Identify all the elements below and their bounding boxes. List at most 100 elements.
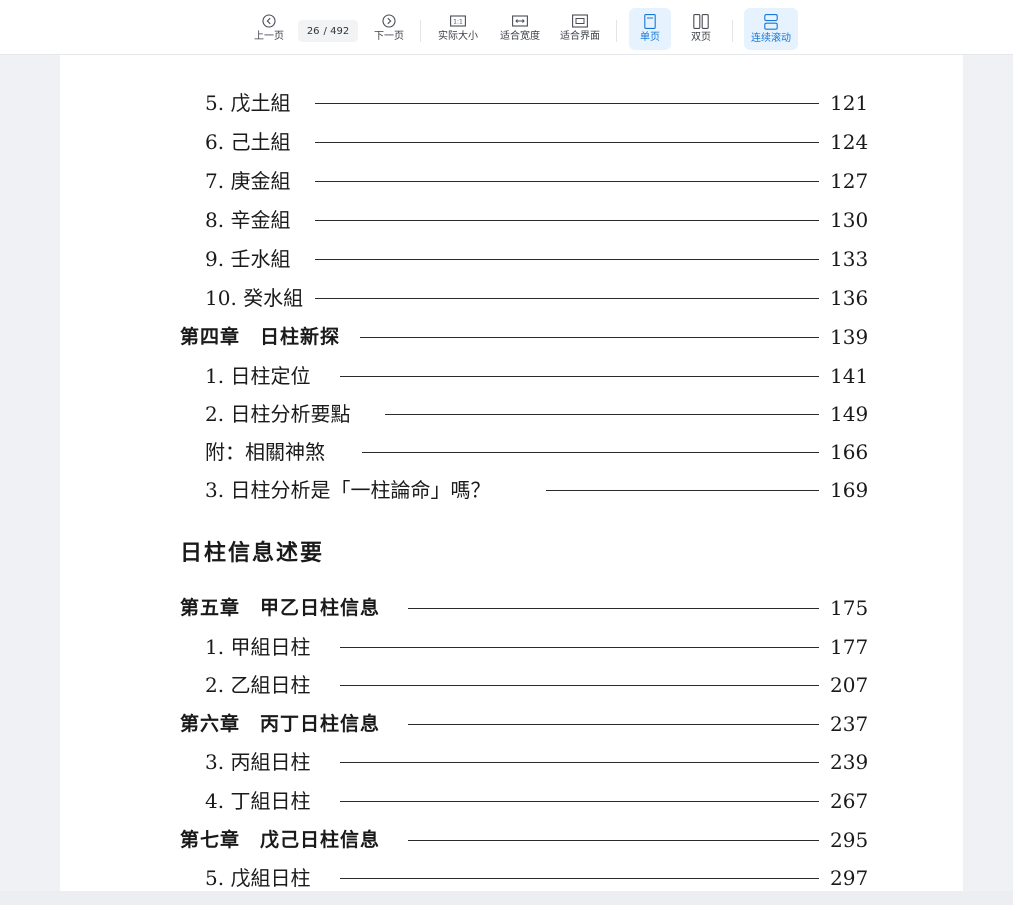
toc-leader-line bbox=[340, 801, 819, 802]
prev-page-button[interactable]: 上一页 bbox=[248, 8, 290, 50]
continuous-scroll-button[interactable]: 连续滚动 bbox=[744, 8, 798, 50]
actual-size-button[interactable]: 1:1 实际大小 bbox=[434, 8, 482, 50]
toc-entry: 6. 己土組 124 bbox=[60, 127, 963, 157]
toc-entry: 3. 丙組日柱 239 bbox=[60, 747, 963, 777]
toc-entry-page: 267 bbox=[830, 789, 869, 813]
toc-entry-title: 4. 丁組日柱 bbox=[205, 788, 311, 814]
toc-entry: 3. 日柱分析是「一柱論命」嗎？ 169 bbox=[60, 475, 963, 505]
toc-entry-page: 130 bbox=[830, 208, 869, 232]
toc-entry-title: 8. 辛金組 bbox=[205, 207, 291, 233]
toc-entry: 10. 癸水組 136 bbox=[60, 283, 963, 313]
toc-entry-page: 175 bbox=[830, 596, 869, 620]
toc-entry-page: 166 bbox=[830, 440, 869, 464]
toc-entry-title: 9. 壬水組 bbox=[205, 246, 291, 272]
toc-entry-page: 177 bbox=[830, 635, 869, 659]
continuous-scroll-label: 连续滚动 bbox=[751, 33, 791, 44]
toc-entry-title: 5. 戊土組 bbox=[205, 90, 291, 116]
toc-entry-page: 121 bbox=[830, 91, 869, 115]
document-page[interactable]: 5. 戊土組 121 6. 己土組 124 7. 庚金組 127 8. 辛金組 … bbox=[60, 55, 963, 891]
toc-entry-page: 297 bbox=[830, 866, 869, 890]
toc-chapter-title: 第四章 日柱新探 bbox=[180, 324, 341, 350]
toc-entry: 2. 日柱分析要點 149 bbox=[60, 399, 963, 429]
toc-entry-title: 2. 日柱分析要點 bbox=[205, 401, 351, 427]
page-indicator: 26 / 492 bbox=[298, 20, 358, 42]
toc-entry: 7. 庚金組 127 bbox=[60, 166, 963, 196]
toc-chapter: 第四章 日柱新探 139 bbox=[60, 322, 963, 352]
single-page-button[interactable]: 单页 bbox=[629, 8, 671, 50]
toolbar-divider bbox=[732, 20, 733, 42]
continuous-scroll-icon bbox=[764, 14, 778, 30]
toc-leader-line bbox=[340, 685, 819, 686]
double-page-button[interactable]: 双页 bbox=[680, 8, 722, 50]
toc-entry: 1. 日柱定位 141 bbox=[60, 361, 963, 391]
toc-entry-title: 7. 庚金組 bbox=[205, 168, 291, 194]
toc-entry-page: 133 bbox=[830, 247, 869, 271]
toolbar-divider bbox=[616, 20, 617, 42]
double-page-label: 双页 bbox=[691, 32, 711, 43]
toc-leader-line bbox=[340, 376, 819, 377]
toc-leader-line bbox=[360, 337, 819, 338]
single-page-label: 单页 bbox=[640, 32, 660, 43]
toc-entry-page: 127 bbox=[830, 169, 869, 193]
toc-entry-page: 136 bbox=[830, 286, 869, 310]
toc-entry: 5. 戊土組 121 bbox=[60, 88, 963, 118]
toc-entry-page: 169 bbox=[830, 478, 869, 502]
toc-leader-line bbox=[408, 724, 819, 725]
chevron-right-circle-icon bbox=[382, 14, 396, 28]
toc-entry: 5. 戊組日柱 297 bbox=[60, 863, 963, 891]
page-number-input[interactable]: 26 bbox=[307, 26, 320, 37]
toc-entry-page: 207 bbox=[830, 673, 869, 697]
toc-entry: 8. 辛金組 130 bbox=[60, 205, 963, 235]
toc-chapter-title: 第五章 甲乙日柱信息 bbox=[180, 595, 381, 621]
toc-entry-title: 1. 日柱定位 bbox=[205, 363, 311, 389]
toc-entry-page: 295 bbox=[830, 828, 869, 852]
toc-entry-page: 141 bbox=[830, 364, 869, 388]
next-page-label: 下一页 bbox=[374, 31, 404, 42]
toc-entry-title: 5. 戊組日柱 bbox=[205, 865, 311, 891]
toc-entry: 附：相關神煞 166 bbox=[60, 437, 963, 467]
toc-entry: 4. 丁組日柱 267 bbox=[60, 786, 963, 816]
fit-page-label: 适合界面 bbox=[560, 31, 600, 42]
toc-leader-line bbox=[315, 259, 819, 260]
section-heading: 日柱信息述要 bbox=[180, 540, 325, 566]
toc-entry-page: 237 bbox=[830, 712, 869, 736]
toc-chapter: 第六章 丙丁日柱信息 237 bbox=[60, 709, 963, 739]
toc-leader-line bbox=[385, 414, 819, 415]
toc-entry-title: 6. 己土組 bbox=[205, 129, 291, 155]
toc-entry-page: 149 bbox=[830, 402, 869, 426]
toc-leader-line bbox=[315, 142, 819, 143]
toc-entry-page: 124 bbox=[830, 130, 869, 154]
toc-chapter: 第五章 甲乙日柱信息 175 bbox=[60, 593, 963, 623]
toc-chapter-title: 第七章 戊己日柱信息 bbox=[180, 827, 381, 853]
toc-leader-line bbox=[315, 181, 819, 182]
next-page-button[interactable]: 下一页 bbox=[368, 8, 410, 50]
actual-size-icon: 1:1 bbox=[450, 15, 466, 27]
toc-leader-line bbox=[362, 452, 819, 453]
toc-leader-line bbox=[340, 647, 819, 648]
toc-entry: 1. 甲組日柱 177 bbox=[60, 632, 963, 662]
chevron-left-circle-icon bbox=[262, 14, 276, 28]
toc-entry-title: 10. 癸水組 bbox=[205, 285, 304, 311]
toc-chapter: 第七章 戊己日柱信息 295 bbox=[60, 825, 963, 855]
toc-entry-title: 3. 丙組日柱 bbox=[205, 749, 311, 775]
toc-entry-title: 附：相關神煞 bbox=[205, 439, 325, 465]
toc-entry: 9. 壬水組 133 bbox=[60, 244, 963, 274]
toc-entry-page: 239 bbox=[830, 750, 869, 774]
actual-size-label: 实际大小 bbox=[438, 31, 478, 42]
single-page-icon bbox=[644, 14, 656, 29]
toc-entry: 2. 乙組日柱 207 bbox=[60, 670, 963, 700]
prev-page-label: 上一页 bbox=[254, 31, 284, 42]
toc-leader-line bbox=[546, 490, 819, 491]
fit-page-button[interactable]: 适合界面 bbox=[556, 8, 604, 50]
actual-size-glyph: 1:1 bbox=[453, 19, 463, 26]
toolbar-divider bbox=[420, 20, 421, 42]
fit-width-icon bbox=[512, 15, 528, 27]
toc-leader-line bbox=[340, 878, 819, 879]
toc-leader-line bbox=[408, 608, 819, 609]
toc-leader-line bbox=[408, 840, 819, 841]
double-page-icon bbox=[693, 14, 709, 29]
page-total: / 492 bbox=[323, 25, 350, 37]
bottom-scroll-area bbox=[0, 891, 1013, 905]
viewer-toolbar: 上一页 26 / 492 下一页 1:1 实际大小 适合宽度 适合界面 单页 双… bbox=[0, 0, 1013, 55]
fit-width-button[interactable]: 适合宽度 bbox=[496, 8, 544, 50]
